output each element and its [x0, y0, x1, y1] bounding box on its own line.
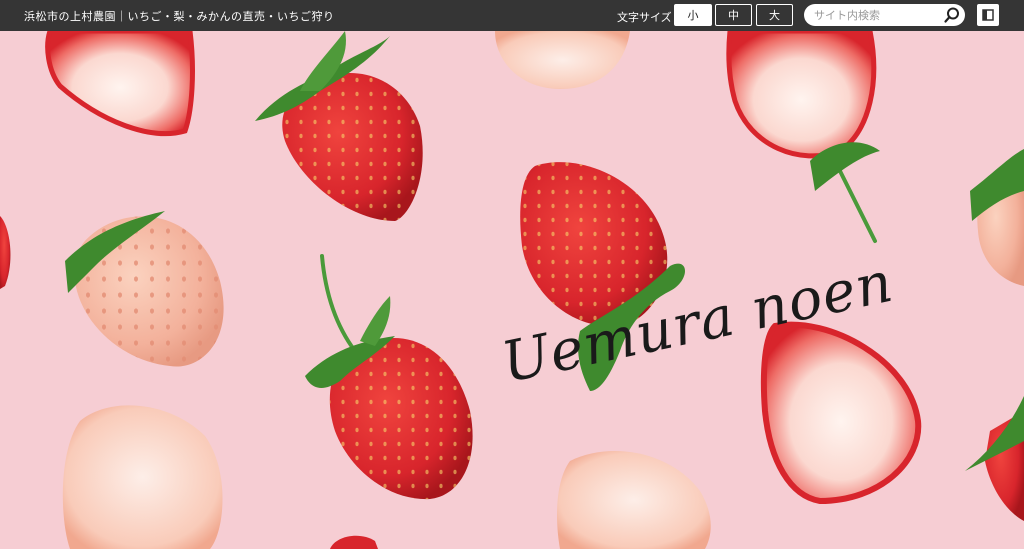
top-bar: 浜松市の上村農園｜いちご・梨・みかんの直売・いちご狩り 文字サイズ 小 中 大 — [0, 0, 1024, 31]
font-size-label: 文字サイズ — [617, 11, 672, 24]
search-icon — [944, 7, 959, 23]
font-size-large-button[interactable]: 大 — [756, 4, 793, 26]
font-size-medium-button[interactable]: 中 — [715, 4, 752, 26]
site-search — [804, 4, 965, 26]
search-input[interactable] — [814, 6, 934, 24]
menu-icon — [982, 9, 994, 21]
site-description: 浜松市の上村農園｜いちご・梨・みかんの直売・いちご狩り — [24, 10, 335, 23]
font-size-small-button[interactable]: 小 — [674, 4, 712, 26]
menu-button[interactable] — [977, 4, 999, 26]
hero-banner: Uemura noen — [0, 31, 1024, 549]
search-button[interactable] — [943, 6, 961, 24]
